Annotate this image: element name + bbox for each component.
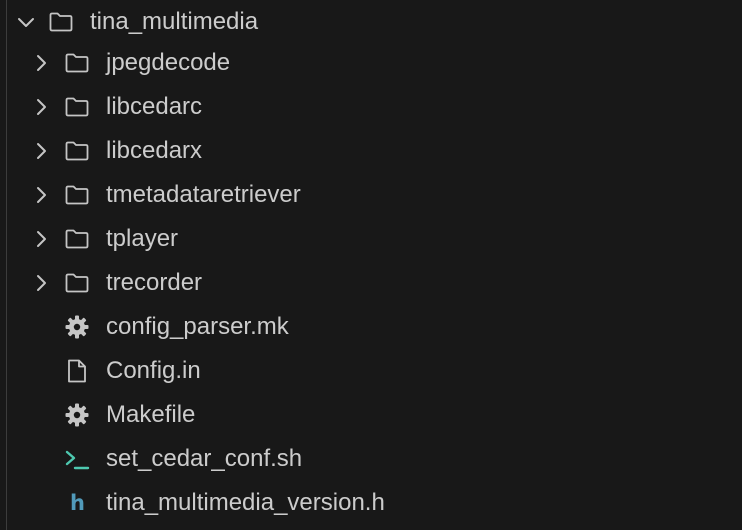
folder-icon [64, 138, 90, 164]
tree-item-label: tina_multimedia_version.h [106, 489, 385, 516]
tree-item-label: Makefile [106, 401, 196, 428]
folder-icon [64, 182, 90, 208]
h-header-icon: h [70, 491, 85, 515]
tree-item-label: tplayer [106, 225, 179, 252]
tree-item-libcedarx[interactable]: libcedarx [0, 129, 742, 173]
tree-item-label: jpegdecode [106, 49, 231, 76]
chevron-right-icon[interactable] [29, 183, 53, 207]
terminal-icon [64, 446, 90, 472]
tree-item-trecorder[interactable]: trecorder [0, 261, 742, 305]
tree-item-label: config_parser.mk [106, 313, 289, 340]
folder-icon [64, 94, 90, 120]
tree-item-label: tmetadataretriever [106, 181, 301, 208]
gear-icon [64, 314, 90, 340]
tree-item-libcedarc[interactable]: libcedarc [0, 85, 742, 129]
chevron-right-icon[interactable] [29, 271, 53, 295]
tree-item-tplayer[interactable]: tplayer [0, 217, 742, 261]
tree-item-tmetadataretriever[interactable]: tmetadataretriever [0, 173, 742, 217]
tree-item-config-in[interactable]: Config.in [0, 349, 742, 393]
tree-item-label: trecorder [106, 269, 203, 296]
folder-icon [64, 50, 90, 76]
gear-icon [64, 402, 90, 428]
file-explorer-tree: tina_multimedia jpegdecode libcedarc lib… [0, 0, 742, 530]
folder-icon [64, 226, 90, 252]
tree-item-label: libcedarx [106, 137, 203, 164]
tree-item-label: tina_multimedia [90, 8, 259, 35]
tree-item-tina-multimedia-version-h[interactable]: h tina_multimedia_version.h [0, 481, 742, 525]
tree-item-jpegdecode[interactable]: jpegdecode [0, 41, 742, 85]
file-icon [64, 358, 90, 384]
tree-item-makefile[interactable]: Makefile [0, 393, 742, 437]
tree-item-label: set_cedar_conf.sh [106, 445, 303, 472]
chevron-down-icon[interactable] [14, 10, 38, 34]
tree-item-label: libcedarc [106, 93, 203, 120]
folder-icon [48, 9, 74, 35]
folder-icon [64, 270, 90, 296]
chevron-right-icon[interactable] [29, 139, 53, 163]
tree-item-label: Config.in [106, 357, 201, 384]
chevron-right-icon[interactable] [29, 95, 53, 119]
chevron-right-icon[interactable] [29, 51, 53, 75]
tree-item-tina-multimedia[interactable]: tina_multimedia [0, 0, 742, 44]
tree-item-set-cedar-conf-sh[interactable]: set_cedar_conf.sh [0, 437, 742, 481]
tree-item-config-parser-mk[interactable]: config_parser.mk [0, 305, 742, 349]
chevron-right-icon[interactable] [29, 227, 53, 251]
